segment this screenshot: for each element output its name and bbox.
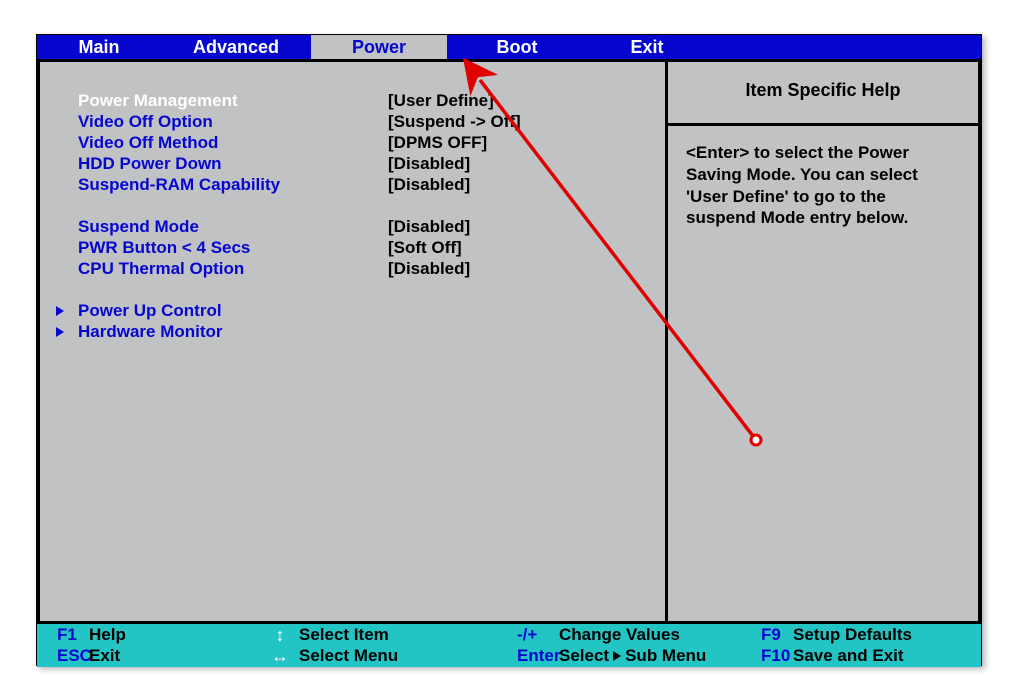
select-menu-label: Select Menu xyxy=(299,646,398,667)
setting-row[interactable]: CPU Thermal Option[Disabled] xyxy=(40,258,665,279)
chevron-right-icon xyxy=(56,306,64,316)
setting-label: Video Off Method xyxy=(78,133,388,153)
hotkey-f1-label: Help xyxy=(89,625,126,645)
tab-exit[interactable]: Exit xyxy=(587,35,707,59)
chevron-right-icon xyxy=(56,327,64,337)
setting-value: [Disabled] xyxy=(388,217,470,237)
submenu-row[interactable]: Power Up Control xyxy=(40,300,665,321)
setting-label: PWR Button < 4 Secs xyxy=(78,238,388,258)
settings-panel: Power Management[User Define]Video Off O… xyxy=(37,59,665,624)
footer-bar: F1 Help ↕ Select Item -/+ Change Values … xyxy=(37,624,981,667)
setting-label: Video Off Option xyxy=(78,112,388,132)
setting-value: [DPMS OFF] xyxy=(388,133,487,153)
setting-value: [Disabled] xyxy=(388,175,470,195)
tab-advanced[interactable]: Advanced xyxy=(161,35,311,59)
setting-row[interactable]: Suspend-RAM Capability[Disabled] xyxy=(40,174,665,195)
change-values-label: Change Values xyxy=(559,625,680,645)
setting-label: HDD Power Down xyxy=(78,154,388,174)
hotkey-plusminus: -/+ xyxy=(501,625,559,645)
tab-power[interactable]: Power xyxy=(311,35,447,59)
setting-label: Suspend-RAM Capability xyxy=(78,175,388,195)
tab-boot[interactable]: Boot xyxy=(447,35,587,59)
bios-window: MainAdvancedPowerBootExit Power Manageme… xyxy=(36,34,982,666)
body-area: Power Management[User Define]Video Off O… xyxy=(37,59,981,624)
setting-value: [User Define] xyxy=(388,91,494,111)
menu-tabbar: MainAdvancedPowerBootExit xyxy=(37,35,981,59)
setting-label: CPU Thermal Option xyxy=(78,259,388,279)
setting-row[interactable]: HDD Power Down[Disabled] xyxy=(40,153,665,174)
setting-row[interactable]: Suspend Mode[Disabled] xyxy=(40,216,665,237)
setting-value: [Suspend -> Off] xyxy=(388,112,521,132)
updown-icon: ↕ xyxy=(261,625,299,646)
hotkey-esc: ESC xyxy=(41,646,89,666)
hotkey-enter: Enter xyxy=(501,646,559,666)
help-panel: Item Specific Help <Enter> to select the… xyxy=(665,59,981,624)
tab-main[interactable]: Main xyxy=(37,35,161,59)
setting-row[interactable]: Video Off Method[DPMS OFF] xyxy=(40,132,665,153)
setting-row[interactable]: Power Management[User Define] xyxy=(40,90,665,111)
help-text: <Enter> to select the Power Saving Mode.… xyxy=(668,126,978,245)
select-submenu-label: SelectSub Menu xyxy=(559,646,706,666)
setting-value: [Disabled] xyxy=(388,154,470,174)
hotkey-f10: F10 xyxy=(745,646,793,666)
submenu-label: Hardware Monitor xyxy=(78,322,388,342)
setup-defaults-label: Setup Defaults xyxy=(793,625,912,645)
help-title: Item Specific Help xyxy=(668,62,978,126)
hotkey-f9: F9 xyxy=(745,625,793,645)
setting-value: [Disabled] xyxy=(388,259,470,279)
submenu-row[interactable]: Hardware Monitor xyxy=(40,321,665,342)
hotkey-esc-label: Exit xyxy=(89,646,120,666)
select-item-label: Select Item xyxy=(299,625,389,646)
hotkey-f1: F1 xyxy=(41,625,89,645)
chevron-right-icon xyxy=(613,651,621,661)
leftright-icon: ↔ xyxy=(261,646,299,667)
save-exit-label: Save and Exit xyxy=(793,646,904,666)
setting-value: [Soft Off] xyxy=(388,238,462,258)
setting-row[interactable]: PWR Button < 4 Secs[Soft Off] xyxy=(40,237,665,258)
setting-row[interactable]: Video Off Option[Suspend -> Off] xyxy=(40,111,665,132)
submenu-label: Power Up Control xyxy=(78,301,388,321)
setting-label: Suspend Mode xyxy=(78,217,388,237)
setting-label: Power Management xyxy=(78,91,388,111)
